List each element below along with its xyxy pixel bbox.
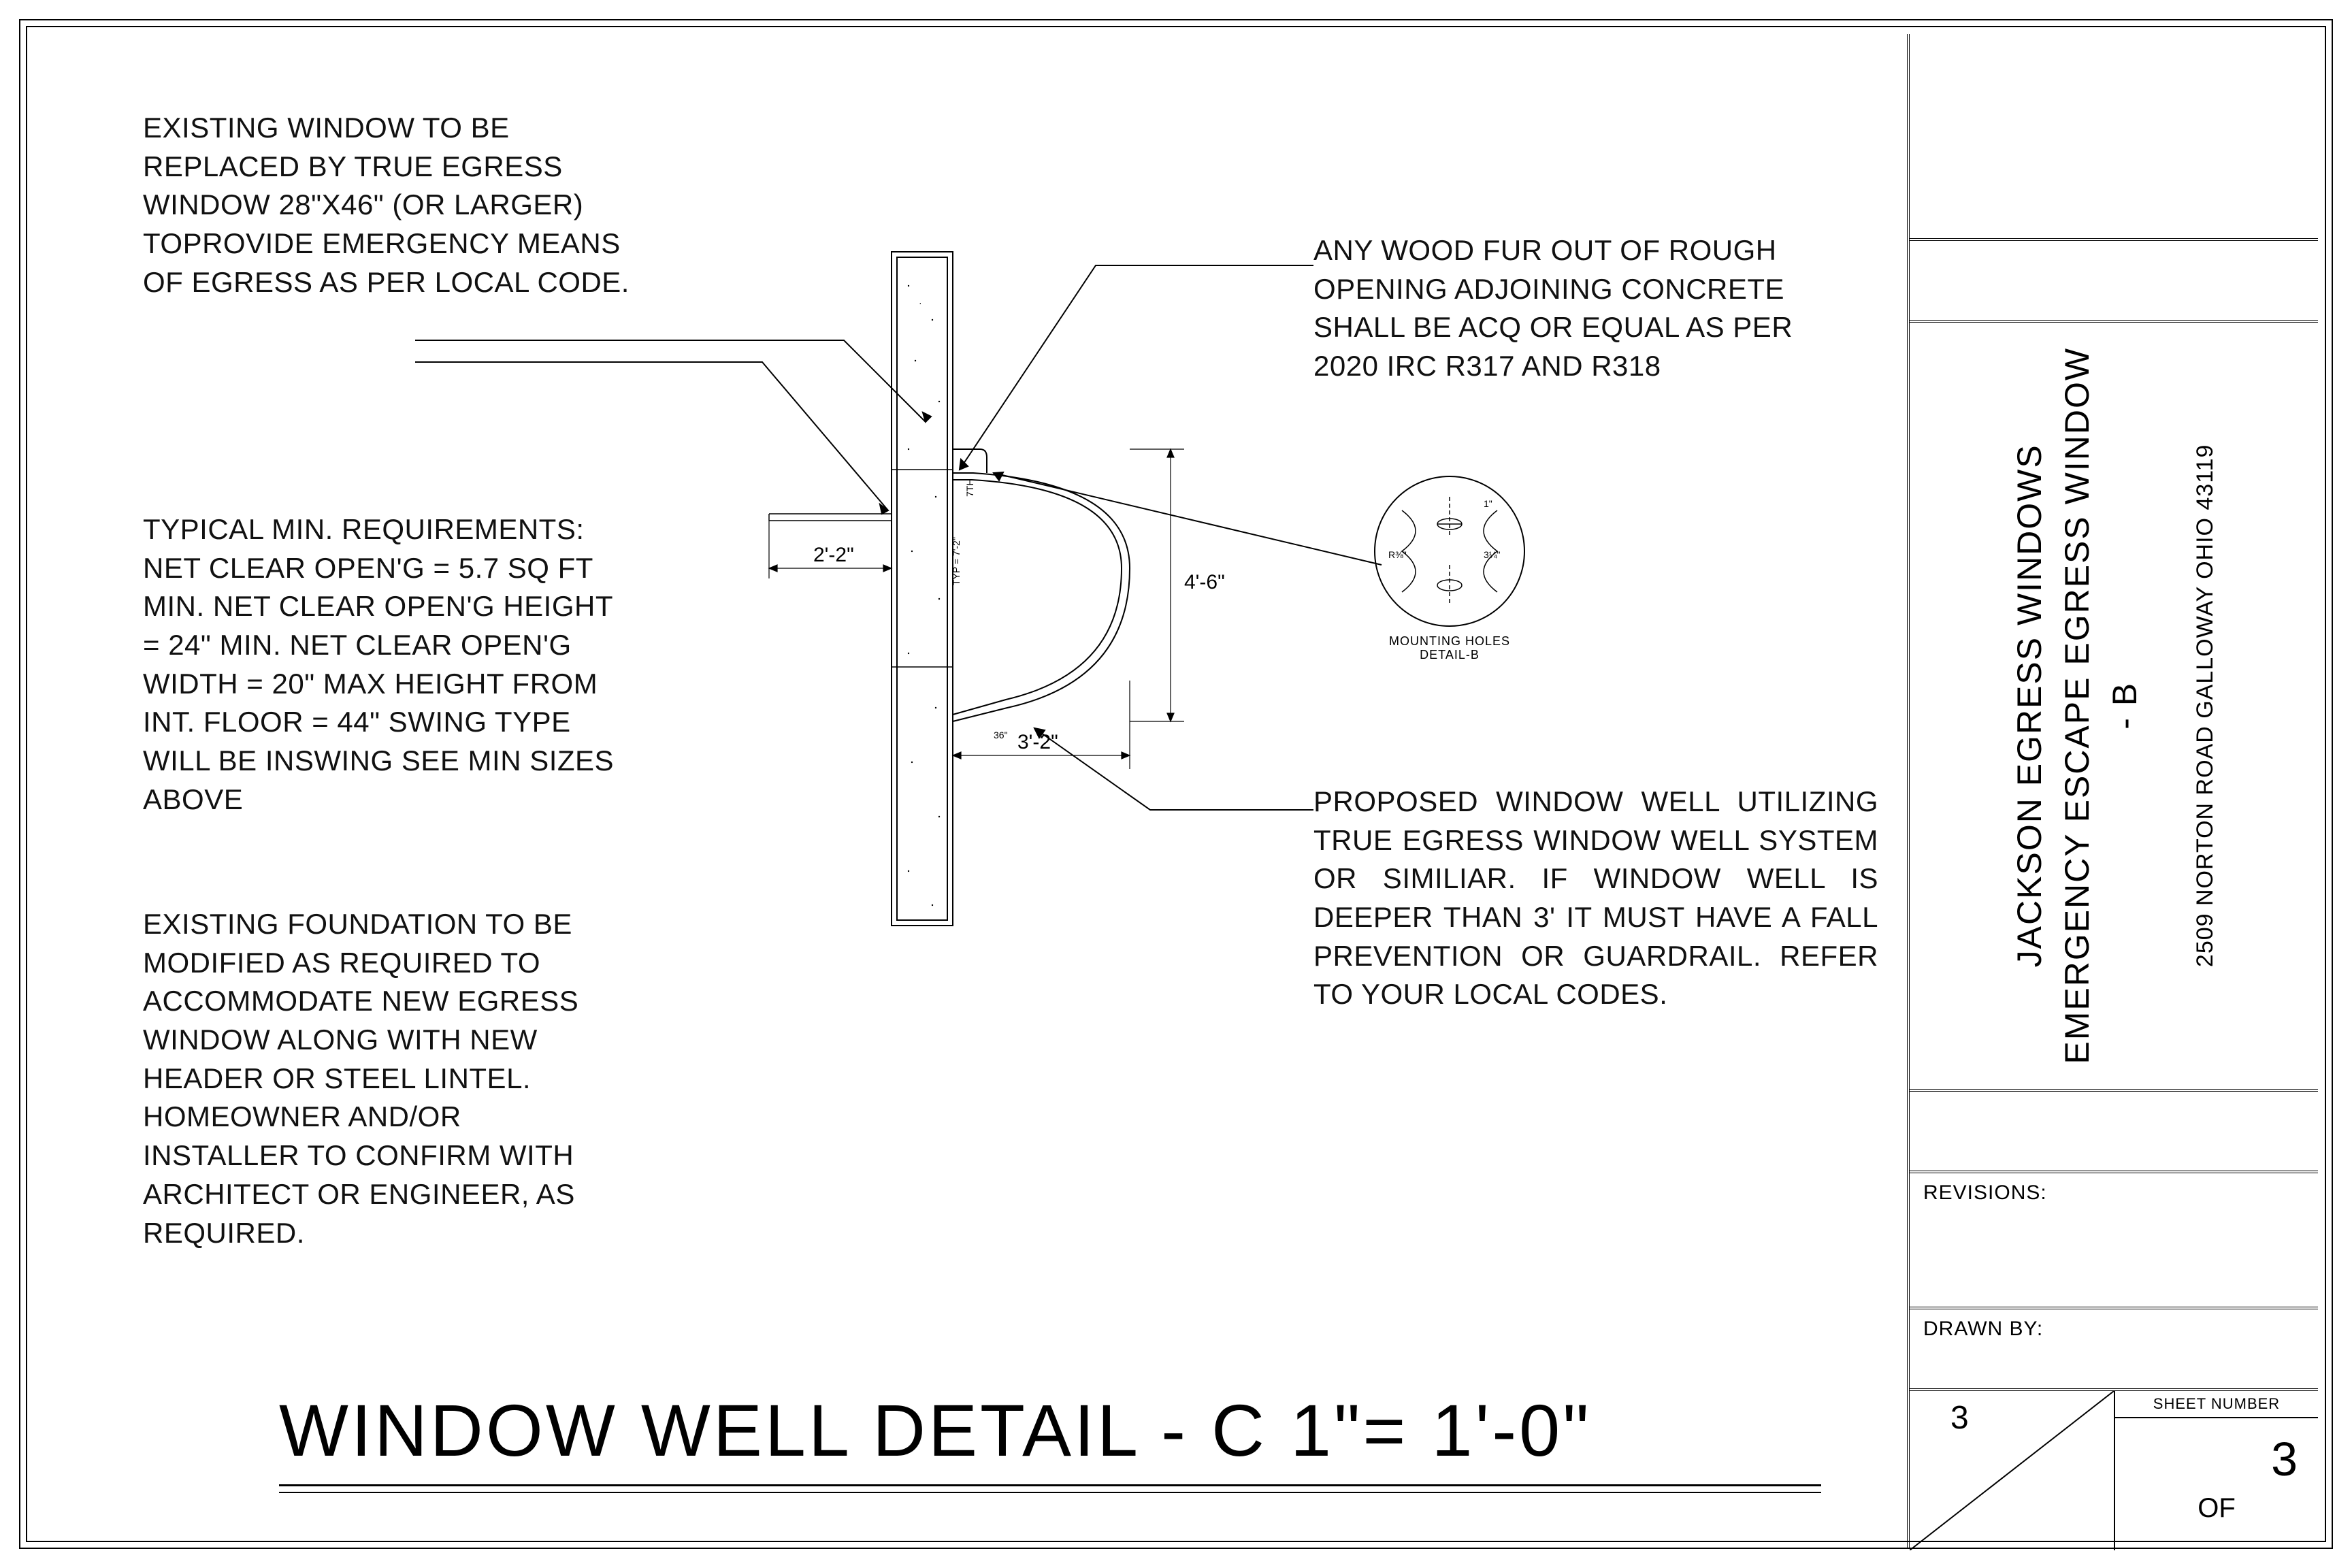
svg-text:R⅜": R⅜" bbox=[1388, 549, 1407, 560]
note-foundation: EXISTING FOUNDATION TO BE MODIFIED AS RE… bbox=[143, 905, 599, 1252]
tb-sheet-number: 3 SHEET NUMBER 3 OF bbox=[1910, 1388, 2318, 1548]
tb-project-line2: - B bbox=[2101, 347, 2149, 1064]
title-rule-1 bbox=[279, 1484, 1821, 1486]
north-arrow-placeholder: 3 bbox=[1910, 1391, 2114, 1550]
sheet-number-value: 3 bbox=[2115, 1418, 2318, 1486]
dim-4-6: 4'-6" bbox=[1184, 571, 1225, 593]
plan-drawing: · bbox=[749, 245, 1395, 960]
detail-caption-line1: MOUNTING HOLES bbox=[1389, 634, 1510, 648]
drawing-title: WINDOW WELL DETAIL - C 1"= 1'-0" bbox=[279, 1388, 1592, 1473]
title-rule-2 bbox=[279, 1492, 1821, 1493]
tb-project-title: JACKSON EGRESS WINDOWS EMERGENCY ESCAPE … bbox=[1910, 320, 2318, 1089]
svg-text:7TH: 7TH bbox=[964, 479, 975, 497]
tb-address: 2509 NORTON ROAD GALLOWAY OHIO 43119 bbox=[2189, 347, 2222, 1064]
mounting-holes-detail: 1" 3¼" R⅜" MOUNTING HOLES DETAIL-B bbox=[1368, 470, 1545, 674]
dim-2-2: 2'-2" bbox=[813, 544, 854, 566]
detail-caption-line2: DETAIL-B bbox=[1420, 648, 1480, 662]
sheet-number-label: SHEET NUMBER bbox=[2115, 1391, 2318, 1418]
tb-revisions-label: REVISIONS: bbox=[1923, 1181, 2047, 1204]
svg-text:TYP = 7'-2": TYP = 7'-2" bbox=[951, 537, 962, 585]
svg-text:·: · bbox=[919, 297, 922, 308]
tb-logo-area bbox=[1910, 34, 2318, 238]
note-existing-window: EXISTING WINDOW TO BE REPLACED BY TRUE E… bbox=[143, 109, 653, 301]
tb-company: JACKSON EGRESS WINDOWS bbox=[2006, 347, 2053, 1064]
note-window-well: PROPOSED WINDOW WELL UTILIZING TRUE EGRE… bbox=[1313, 783, 1878, 1014]
tb-project-line1: EMERGENCY ESCAPE EGRESS WINDOW bbox=[2053, 347, 2101, 1064]
sheet-border: EXISTING WINDOW TO BE REPLACED BY TRUE E… bbox=[20, 20, 2332, 1548]
tb-drawn-label: DRAWN BY: bbox=[1923, 1318, 2043, 1340]
tb-spacer-1 bbox=[1910, 238, 2318, 320]
tb-drawn-by: DRAWN BY: bbox=[1910, 1307, 2318, 1388]
svg-text:36": 36" bbox=[994, 730, 1008, 740]
inner-border: EXISTING WINDOW TO BE REPLACED BY TRUE E… bbox=[27, 27, 2325, 1541]
dim-3-2: 3'-2" bbox=[1017, 731, 1058, 753]
sheet-of-label: OF bbox=[2115, 1486, 2318, 1524]
svg-text:1": 1" bbox=[1484, 498, 1492, 509]
note-min-requirements: TYPICAL MIN. REQUIREMENTS: NET CLEAR OPE… bbox=[143, 510, 633, 819]
title-block: JACKSON EGRESS WINDOWS EMERGENCY ESCAPE … bbox=[1907, 34, 2318, 1548]
sheet-total-top: 3 bbox=[1950, 1400, 1969, 1436]
svg-text:3¼": 3¼" bbox=[1484, 549, 1500, 560]
tb-spacer-2 bbox=[1910, 1089, 2318, 1171]
drawing-area: EXISTING WINDOW TO BE REPLACED BY TRUE E… bbox=[34, 34, 1916, 1548]
tb-revisions: REVISIONS: bbox=[1910, 1171, 2318, 1307]
